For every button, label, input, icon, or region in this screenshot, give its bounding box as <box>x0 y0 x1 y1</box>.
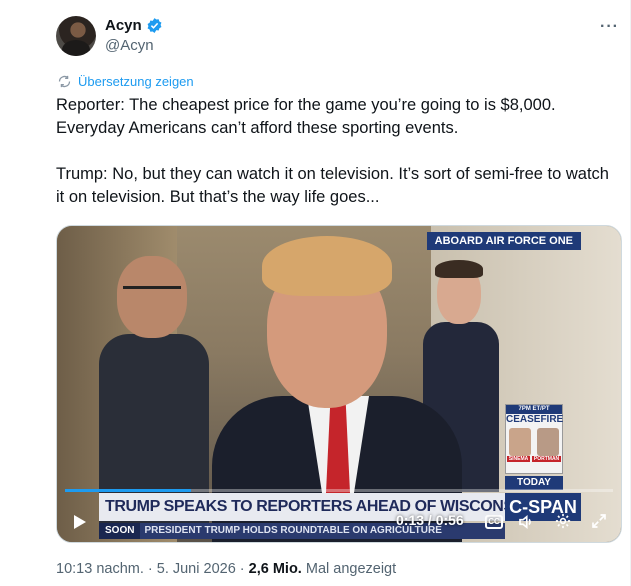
show-translation-label: Übersetzung zeigen <box>78 74 194 89</box>
captions-icon[interactable]: CC <box>485 515 503 529</box>
translate-icon <box>58 75 71 88</box>
guest-name: SINEMA <box>506 456 531 462</box>
show-translation-link[interactable]: Übersetzung zeigen <box>57 74 194 89</box>
play-icon[interactable] <box>73 514 87 530</box>
more-options-icon[interactable]: ··· <box>600 18 619 36</box>
volume-icon[interactable] <box>517 513 535 531</box>
video-progress-fill <box>65 489 192 492</box>
avatar[interactable] <box>56 16 96 56</box>
tweet-timestamp[interactable]: 10:13 nachm. · 5. Juni 2026 · <box>56 561 249 577</box>
settings-gear-icon[interactable] <box>554 512 572 530</box>
author-handle[interactable]: @Acyn <box>105 37 154 54</box>
ceasefire-panel: 7PM ET/PT CEASEFIRE SINEMA PORTMAN <box>505 404 563 474</box>
video-progress-bar[interactable] <box>65 489 613 492</box>
fullscreen-icon[interactable] <box>590 512 608 530</box>
video-time: 0:13 / 0:56 <box>396 512 464 528</box>
guest-photo <box>537 428 559 456</box>
tweet-text: Reporter: The cheapest price for the gam… <box>56 94 616 209</box>
ceasefire-title: CEASEFIRE <box>506 414 564 425</box>
guest-name: PORTMAN <box>531 456 562 462</box>
view-count: 2,6 Mio. <box>248 561 302 577</box>
ticker-label: SOON <box>99 523 141 539</box>
video-player[interactable]: ABOARD AIR FORCE ONE 7PM ET/PT CEASEFIRE… <box>56 225 622 543</box>
view-count-suffix: Mal angezeigt <box>301 561 397 577</box>
guest-photo <box>509 428 531 456</box>
verified-badge-icon[interactable] <box>146 17 163 34</box>
today-label: TODAY <box>505 476 563 490</box>
ceasefire-time: 7PM ET/PT <box>506 405 562 414</box>
tweet-paragraph: Trump: No, but they can watch it on tele… <box>56 165 609 206</box>
author-name-row[interactable]: Acyn <box>105 17 163 34</box>
tweet-meta: 10:13 nachm. · 5. Juni 2026 · 2,6 Mio. M… <box>56 561 396 577</box>
video-corner-banner: ABOARD AIR FORCE ONE <box>426 232 581 250</box>
author-display-name[interactable]: Acyn <box>105 17 142 34</box>
tweet-paragraph: Reporter: The cheapest price for the gam… <box>56 96 556 137</box>
